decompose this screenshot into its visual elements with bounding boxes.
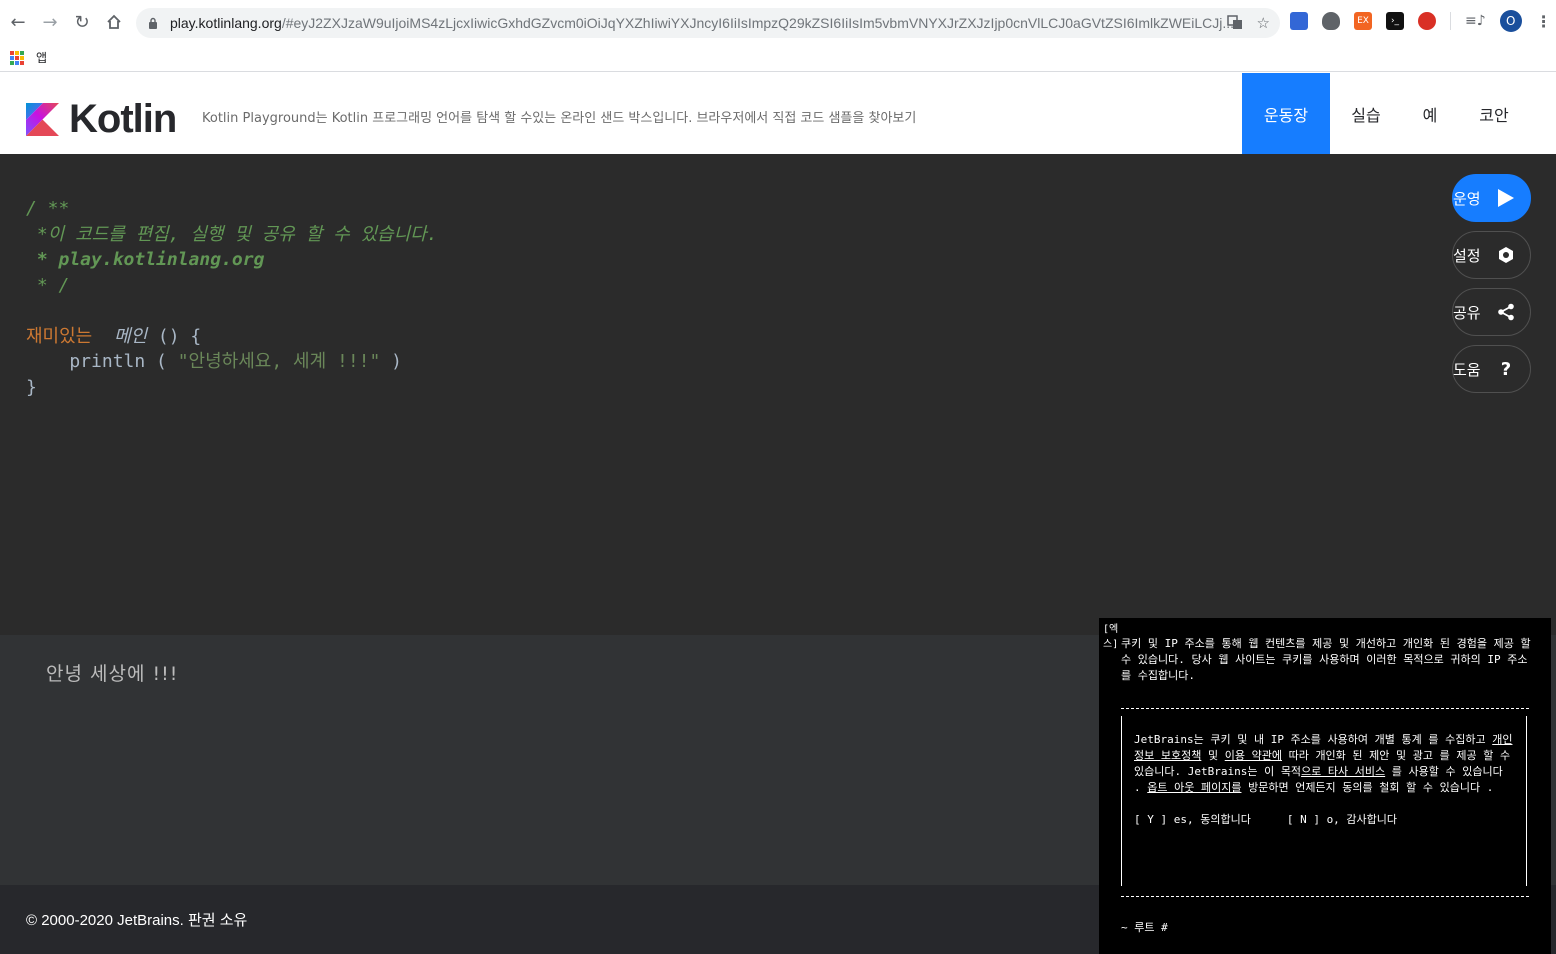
cookie-text-1: JetBrains는 쿠키 및 내 IP 주소를 사용하여 개별 통계 를 수집… xyxy=(1134,733,1493,746)
cookie-decline-button[interactable]: [ N ] o, 감사합니다 xyxy=(1287,812,1397,828)
home-icon[interactable] xyxy=(98,6,130,38)
code-close-brace: } xyxy=(26,376,37,398)
cookie-intro: 쿠키 및 IP 주소를 통해 웹 컨텐츠를 제공 및 개선하고 개인화 된 경험… xyxy=(1121,637,1531,682)
kotlin-logo[interactable]: Kotlin xyxy=(26,97,177,142)
extension-ex-icon[interactable]: EX xyxy=(1354,12,1372,30)
code-function-name: 메인 xyxy=(113,325,148,347)
media-control-icon[interactable]: ≡♪ xyxy=(1465,13,1486,29)
opt-out-page-link[interactable]: 옵트 아웃 페이지를 xyxy=(1147,781,1241,794)
share-icon xyxy=(1496,302,1516,322)
play-icon xyxy=(1496,188,1516,208)
apps-icon[interactable] xyxy=(10,50,24,65)
menu-kebab-icon[interactable]: ⋮ xyxy=(1536,12,1552,31)
divider xyxy=(1450,12,1451,30)
site-nav: 운동장 실습 예 코안 xyxy=(1242,73,1556,154)
settings-label: 설정 xyxy=(1453,246,1481,265)
cookie-text-2: 및 xyxy=(1201,749,1225,762)
translate-icon[interactable] xyxy=(1226,14,1243,34)
address-bar[interactable]: play.kotlinlang.org /#eyJ2ZXJzaW9uIjoiMS… xyxy=(136,8,1280,38)
code-comment-line: / ** xyxy=(26,198,70,219)
logo-text: Kotlin xyxy=(69,97,177,141)
code-println: println ( xyxy=(26,351,178,372)
help-label: 도움 xyxy=(1453,360,1481,379)
cookie-text-5: 방문하면 언제든지 동의를 철회 할 수 있습니다 . xyxy=(1241,781,1494,794)
code-params: () { xyxy=(147,325,202,347)
output-text: 안녕 세상에 !!! xyxy=(46,663,179,685)
code-comment-line: * play.kotlinlang.org xyxy=(26,249,265,270)
extension-calendar-icon[interactable] xyxy=(1290,12,1308,30)
bookmarks-bar: 앱 xyxy=(0,44,1556,72)
code-comment-line: *이 코드를 편집, 실행 및 공유 할 수 있습니다. xyxy=(26,223,438,245)
profile-avatar[interactable]: O xyxy=(1499,10,1522,32)
share-button[interactable]: 공유 xyxy=(1452,288,1531,336)
settings-button[interactable]: 설정 xyxy=(1452,231,1531,279)
third-party-services-link[interactable]: 으로 타사 서비스 xyxy=(1301,765,1385,778)
run-button[interactable]: 운영 xyxy=(1452,174,1531,222)
run-label: 운영 xyxy=(1453,189,1481,208)
cookie-close-button[interactable]: [엑스] xyxy=(1103,622,1121,652)
url-path: /#eyJ2ZXJzaW9uIjoiMS4zLjcxIiwicGxhdGZvcm… xyxy=(281,15,1235,31)
tagline: Kotlin Playground는 Kotlin 프로그래밍 언어를 탐색 할… xyxy=(202,111,917,126)
nav-koans[interactable]: 코안 xyxy=(1458,73,1530,154)
back-icon[interactable]: ← xyxy=(2,6,34,38)
code-comment-line: * / xyxy=(26,274,70,296)
bookmark-star-icon[interactable]: ☆ xyxy=(1257,14,1270,34)
cookie-accept-button[interactable]: [ Y ] es, 동의합니다 xyxy=(1134,812,1251,828)
extension-shield-icon[interactable] xyxy=(1322,12,1340,30)
nav-playground[interactable]: 운동장 xyxy=(1242,73,1330,154)
site-header: Kotlin Kotlin Playground는 Kotlin 프로그래밍 언… xyxy=(0,73,1556,154)
terms-of-use-link[interactable]: 이용 약관에 xyxy=(1225,749,1282,762)
cookie-consent-text: JetBrains는 쿠키 및 내 IP 주소를 사용하여 개별 통계 를 수집… xyxy=(1134,732,1514,796)
cookie-banner: [엑스] 쿠키 및 IP 주소를 통해 웹 컨텐츠를 제공 및 개선하고 개인화… xyxy=(1099,618,1551,954)
code-close-paren: ) xyxy=(380,351,403,372)
gear-icon xyxy=(1496,245,1516,265)
cookie-rule-bottom xyxy=(1121,896,1529,897)
code-area[interactable]: / ** *이 코드를 편집, 실행 및 공유 할 수 있습니다. * play… xyxy=(26,196,438,400)
lock-icon[interactable] xyxy=(148,17,158,29)
code-keyword: 재미있는 xyxy=(26,325,93,347)
share-label: 공유 xyxy=(1453,303,1481,322)
browser-toolbar: ← → ↻ play.kotlinlang.org /#eyJ2ZXJzaW9u… xyxy=(0,0,1556,44)
cookie-consent-box: JetBrains는 쿠키 및 내 IP 주소를 사용하여 개별 통계 를 수집… xyxy=(1121,716,1527,886)
code-editor[interactable]: / ** *이 코드를 편집, 실행 및 공유 할 수 있습니다. * play… xyxy=(0,154,1556,635)
copyright: © 2000-2020 JetBrains. 판권 소유 xyxy=(26,912,248,929)
question-icon: ? xyxy=(1500,358,1512,380)
url-host: play.kotlinlang.org xyxy=(170,15,282,31)
apps-bookmark-label[interactable]: 앱 xyxy=(36,49,47,66)
nav-examples[interactable]: 예 xyxy=(1402,73,1458,154)
code-string: "안녕하세요, 세계 !!!" xyxy=(177,351,381,372)
forward-icon[interactable]: → xyxy=(34,6,66,38)
extension-red-icon[interactable] xyxy=(1418,12,1436,30)
editor-actions: 운영 설정 공유 도움 ? xyxy=(1452,174,1531,402)
help-button[interactable]: 도움 ? xyxy=(1452,345,1531,393)
terminal-prompt[interactable]: ~ 루트 # xyxy=(1121,920,1168,936)
kotlin-logo-icon xyxy=(26,103,59,136)
cookie-rule-top xyxy=(1121,708,1529,709)
extension-terminal-icon[interactable]: ›_ xyxy=(1386,12,1404,30)
reload-icon[interactable]: ↻ xyxy=(66,6,98,38)
nav-exercises[interactable]: 실습 xyxy=(1330,73,1402,154)
